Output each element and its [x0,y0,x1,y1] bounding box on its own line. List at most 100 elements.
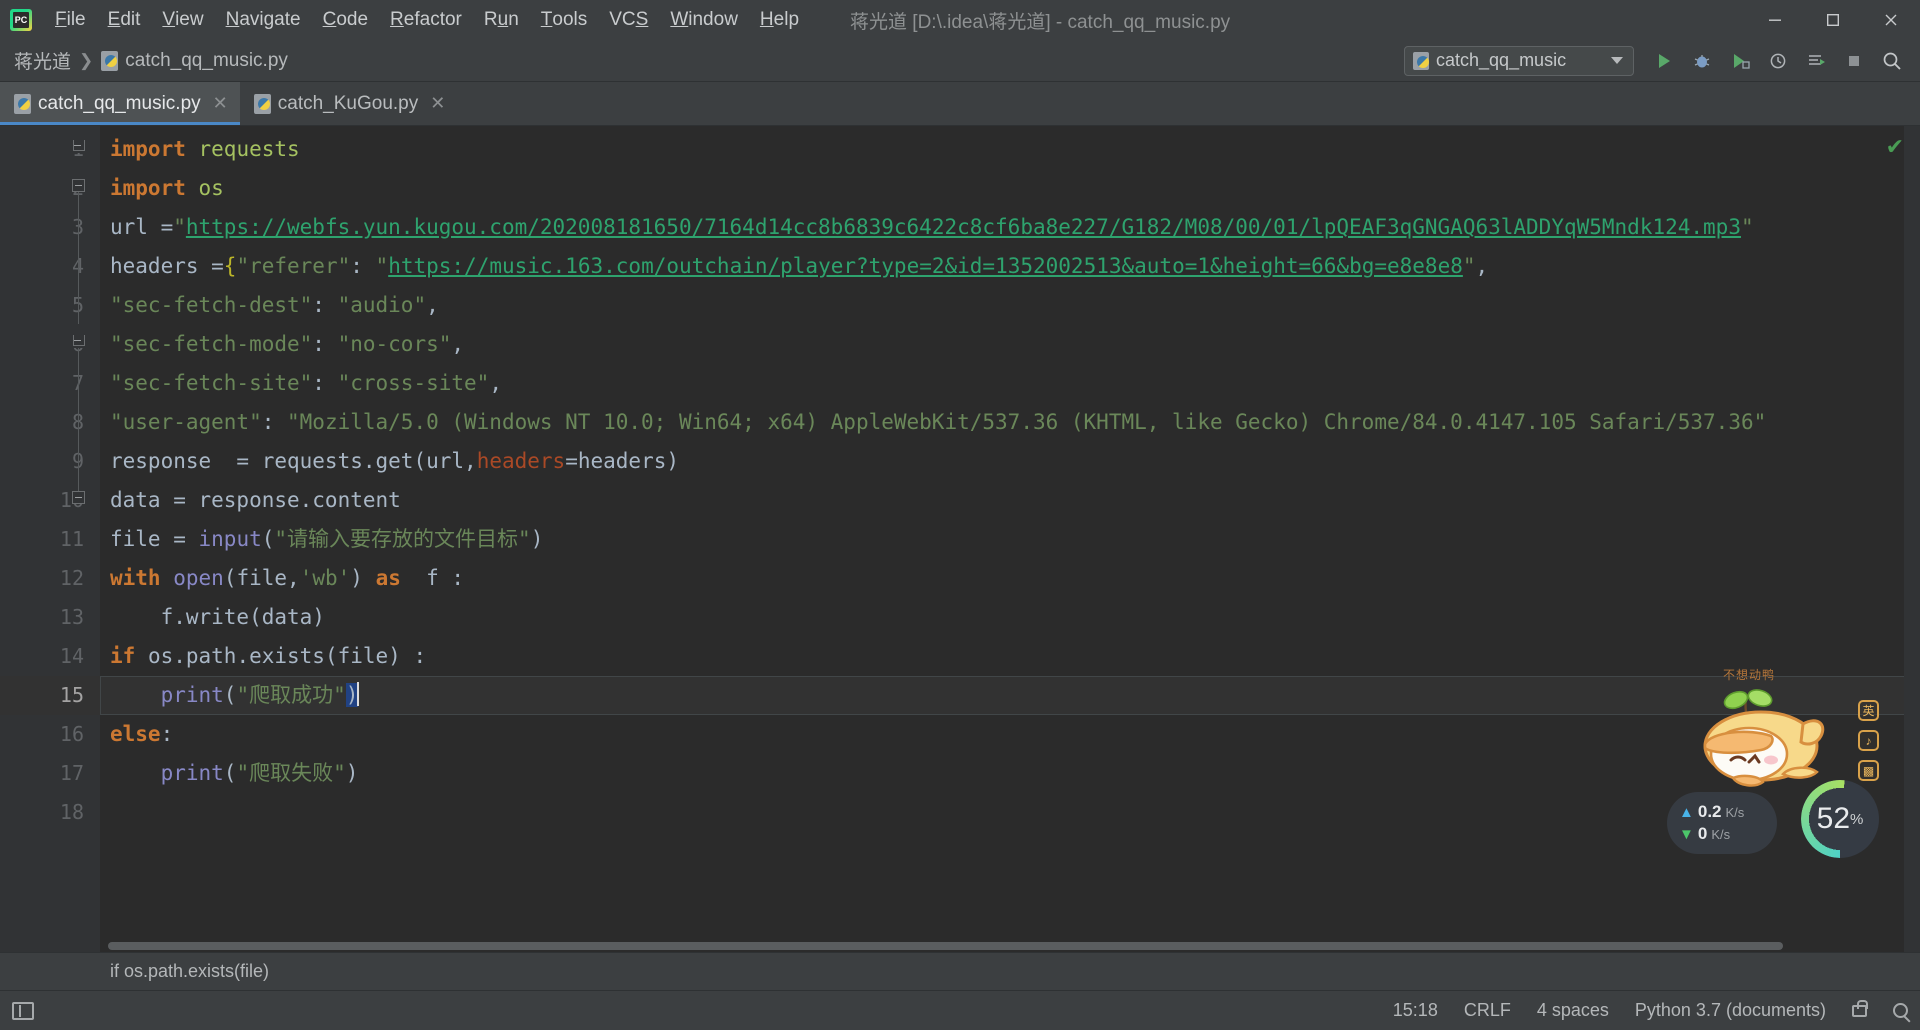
line-number[interactable]: 4 [0,247,100,286]
fold-marker-line8[interactable] [72,491,85,504]
code-line[interactable]: if os.path.exists(file) : [100,637,1920,676]
menu-item-tools[interactable]: Tools [530,0,598,40]
fold-marker-line4[interactable] [72,335,85,348]
close-button[interactable] [1862,0,1920,40]
code-line[interactable]: url ="https://webfs.yun.kugou.com/202008… [100,208,1920,247]
code-token-punc: ) [345,761,359,785]
menu-item-file[interactable]: File [44,0,97,40]
menu-item-help[interactable]: Help [749,0,810,40]
line-number[interactable]: 8 [0,403,100,442]
code-line[interactable]: else: [100,715,1920,754]
lock-icon[interactable] [1852,999,1868,1017]
run-coverage-button[interactable] [1722,44,1758,78]
code-line[interactable]: print("爬取失败") [100,754,1920,793]
project-toggle-icon[interactable] [12,1001,34,1020]
menu-item-navigate[interactable]: Navigate [215,0,312,40]
code-line[interactable]: f.write(data) [100,598,1920,637]
line-number[interactable]: 1 [0,130,100,169]
code-token-punc: = [565,449,578,473]
line-number[interactable]: 13 [0,598,100,637]
breadcrumb[interactable]: 蒋光道 ❯ catch_qq_music.py [0,47,288,74]
magnifier-icon[interactable] [1893,1003,1908,1018]
menu-item-view[interactable]: View [151,0,214,40]
editor-tab-1[interactable]: catch_KuGou.py ✕ [240,82,458,125]
debug-button[interactable] [1684,44,1720,78]
maximize-button[interactable] [1804,0,1862,40]
line-separator[interactable]: CRLF [1464,1000,1511,1021]
code-line[interactable]: file = input("请输入要存放的文件目标") [100,520,1920,559]
status-bar-right[interactable]: 15:18 CRLF 4 spaces Python 3.7 (document… [1393,999,1908,1021]
line-number-gutter[interactable]: 123456789101112131415161718 [0,126,100,952]
line-number[interactable]: 10 [0,481,100,520]
menu-bar[interactable]: File Edit View Navigate Code Refactor Ru n Tools… [44,0,810,40]
python-file-icon [253,93,271,114]
code-line[interactable]: data = response.content [100,481,1920,520]
line-number[interactable]: 17 [0,754,100,793]
code-token-str: "user-agent" [110,410,262,434]
caret-position[interactable]: 15:18 [1393,1000,1438,1021]
editor-breadcrumb-text[interactable]: if os.path.exists(file) [110,961,269,982]
menu-item-window[interactable]: Window [659,0,749,40]
code-token-str: "sec-fetch-mode" [110,332,313,356]
fold-marker-line1[interactable] [72,140,85,153]
editor-tab-0[interactable]: catch_qq_music.py ✕ [0,82,240,125]
menu-item-run[interactable]: Run [473,0,530,40]
status-bar-left[interactable] [12,1001,34,1020]
fold-region-line-2 [78,348,79,493]
stop-button[interactable] [1836,44,1872,78]
close-icon[interactable]: ✕ [213,93,228,114]
window-title: 蒋光道 [D:\.idea\蒋光道] - catch_qq_music.py [850,11,1231,33]
code-content[interactable]: import requests import os url ="https://we… [100,126,1920,952]
code-line[interactable]: "sec-fetch-mode": "no-cors", [100,325,1920,364]
horizontal-scrollbar-thumb[interactable] [108,942,1783,950]
minimize-button[interactable] [1746,0,1804,40]
code-line[interactable]: "sec-fetch-dest": "audio", [100,286,1920,325]
run-configuration-selector[interactable]: catch_qq_music [1404,45,1634,76]
editor-tabs[interactable]: catch_qq_music.py ✕ catch_KuGou.py ✕ [0,82,1920,126]
line-number[interactable]: 14 [0,637,100,676]
breadcrumb-file[interactable]: catch_qq_music.py [125,50,288,72]
line-number[interactable]: 5 [0,286,100,325]
menu-item-refactor[interactable]: Refactor [379,0,473,40]
code-token-id: get [375,449,414,473]
window-controls[interactable] [1746,0,1920,40]
line-number[interactable]: 3 [0,208,100,247]
code-line[interactable]: import os [100,169,1920,208]
line-number[interactable]: 2 [0,169,100,208]
horizontal-scrollbar[interactable] [100,938,1904,952]
code-token-punc: ) [530,527,544,551]
code-token-brace: { [223,254,237,278]
code-line[interactable]: import requests [100,130,1920,169]
code-line[interactable]: headers ={"referer": "https://music.163.… [100,247,1920,286]
code-line[interactable]: with open(file,'wb') as f : [100,559,1920,598]
code-token-punc: ( [223,761,237,785]
breadcrumb-project[interactable]: 蒋光道 [14,47,71,74]
line-number[interactable]: 11 [0,520,100,559]
code-token-id: headers) [577,449,680,473]
line-number[interactable]: 12 [0,559,100,598]
error-stripe-marker-strip[interactable] [1904,126,1920,952]
code-line[interactable]: print("爬取成功") [100,676,1920,715]
fold-marker-line2[interactable] [72,179,85,192]
code-line[interactable]: response = requests.get(url,headers=head… [100,442,1920,481]
line-number[interactable]: 18 [0,793,100,832]
line-number[interactable]: 15 [0,676,100,715]
code-line[interactable]: "sec-fetch-site": "cross-site", [100,364,1920,403]
search-everywhere-button[interactable] [1874,44,1910,78]
run-with-console-button[interactable] [1798,44,1834,78]
line-number[interactable]: 9 [0,442,100,481]
line-number[interactable]: 16 [0,715,100,754]
close-icon[interactable]: ✕ [430,93,445,114]
profile-button[interactable] [1760,44,1796,78]
python-interpreter[interactable]: Python 3.7 (documents) [1635,1000,1826,1021]
line-number[interactable]: 6 [0,325,100,364]
menu-item-vcs[interactable]: VC S [598,0,659,40]
menu-item-edit[interactable]: Edit [97,0,152,40]
indent-setting[interactable]: 4 spaces [1537,1000,1609,1021]
line-number[interactable]: 7 [0,364,100,403]
code-line[interactable]: "user-agent": "Mozilla/5.0 (Windows NT 1… [100,403,1920,442]
run-button[interactable] [1646,44,1682,78]
menu-item-code[interactable]: Code [312,0,379,40]
inspection-status-icon[interactable]: ✔ [1886,134,1904,160]
code-line[interactable] [100,793,1920,832]
